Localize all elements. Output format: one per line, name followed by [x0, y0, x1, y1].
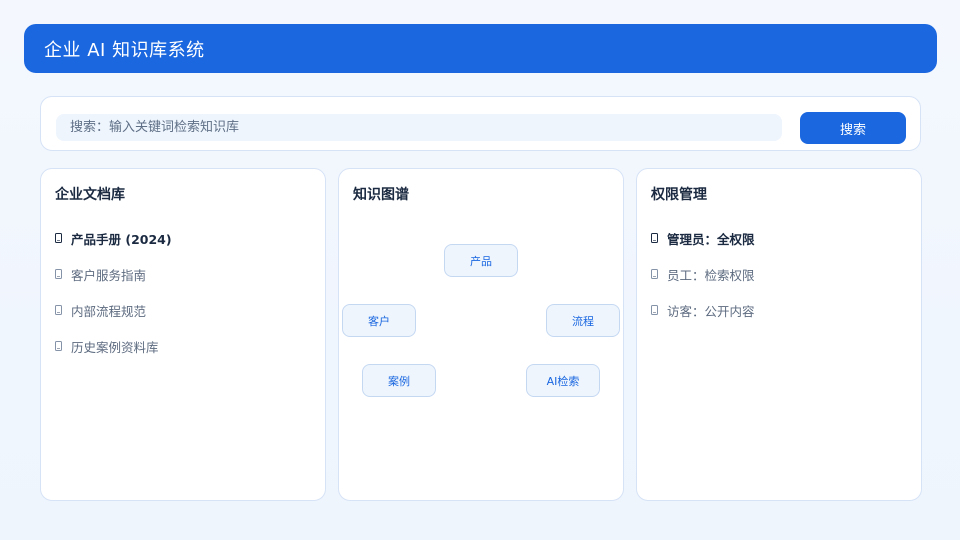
search-card: 搜索 — [40, 96, 921, 151]
permission-item-visitor[interactable]: 访客：公开内容 — [651, 292, 755, 328]
document-item-product-manual[interactable]: 产品手册 (2024) — [55, 220, 172, 256]
document-item-service-guide[interactable]: 客户服务指南 — [55, 256, 172, 292]
document-item-process-spec[interactable]: 内部流程规范 — [55, 292, 172, 328]
permissions-panel: 权限管理 管理员：全权限 员工：检索权限 访客：公开内容 — [636, 168, 922, 501]
search-input[interactable] — [56, 114, 782, 141]
graph-node-process[interactable]: 流程 — [546, 304, 620, 337]
mobile-phone-icon — [651, 269, 658, 279]
permissions-list: 管理员：全权限 员工：检索权限 访客：公开内容 — [651, 220, 755, 328]
graph-node-ai-search[interactable]: AI检索 — [526, 364, 600, 397]
knowledge-graph-panel-title: 知识图谱 — [353, 187, 409, 203]
documents-panel: 企业文档库 产品手册 (2024) 客户服务指南 内部流程规范 历史案例资料库 — [40, 168, 326, 501]
knowledge-graph-panel: 知识图谱 产品 客户 流程 案例 AI检索 — [338, 168, 624, 501]
mobile-phone-icon — [55, 233, 62, 243]
app-window: 企业 AI 知识库系统 搜索 企业文档库 产品手册 (2024) 客户服务指南 … — [0, 0, 960, 540]
permission-item-label: 员工：检索权限 — [667, 267, 755, 283]
documents-panel-title: 企业文档库 — [55, 187, 125, 203]
mobile-phone-icon — [55, 341, 62, 351]
document-item-label: 历史案例资料库 — [71, 339, 159, 355]
top-bar: 企业 AI 知识库系统 — [24, 24, 937, 73]
mobile-phone-icon — [55, 305, 62, 315]
document-item-label: 产品手册 (2024) — [71, 231, 172, 247]
app-title: 企业 AI 知识库系统 — [44, 39, 205, 61]
search-button[interactable]: 搜索 — [800, 112, 906, 144]
permissions-panel-title: 权限管理 — [651, 187, 707, 203]
document-item-case-library[interactable]: 历史案例资料库 — [55, 328, 172, 364]
permission-item-label: 访客：公开内容 — [667, 303, 755, 319]
graph-node-product[interactable]: 产品 — [444, 244, 518, 277]
document-item-label: 客户服务指南 — [71, 267, 147, 283]
graph-node-case[interactable]: 案例 — [362, 364, 436, 397]
mobile-phone-icon — [651, 233, 658, 243]
document-item-label: 内部流程规范 — [71, 303, 147, 319]
graph-node-customer[interactable]: 客户 — [342, 304, 416, 337]
permission-item-employee[interactable]: 员工：检索权限 — [651, 256, 755, 292]
documents-list: 产品手册 (2024) 客户服务指南 内部流程规范 历史案例资料库 — [55, 220, 172, 364]
mobile-phone-icon — [651, 305, 658, 315]
permission-item-admin[interactable]: 管理员：全权限 — [651, 220, 755, 256]
mobile-phone-icon — [55, 269, 62, 279]
permission-item-label: 管理员：全权限 — [667, 231, 755, 247]
